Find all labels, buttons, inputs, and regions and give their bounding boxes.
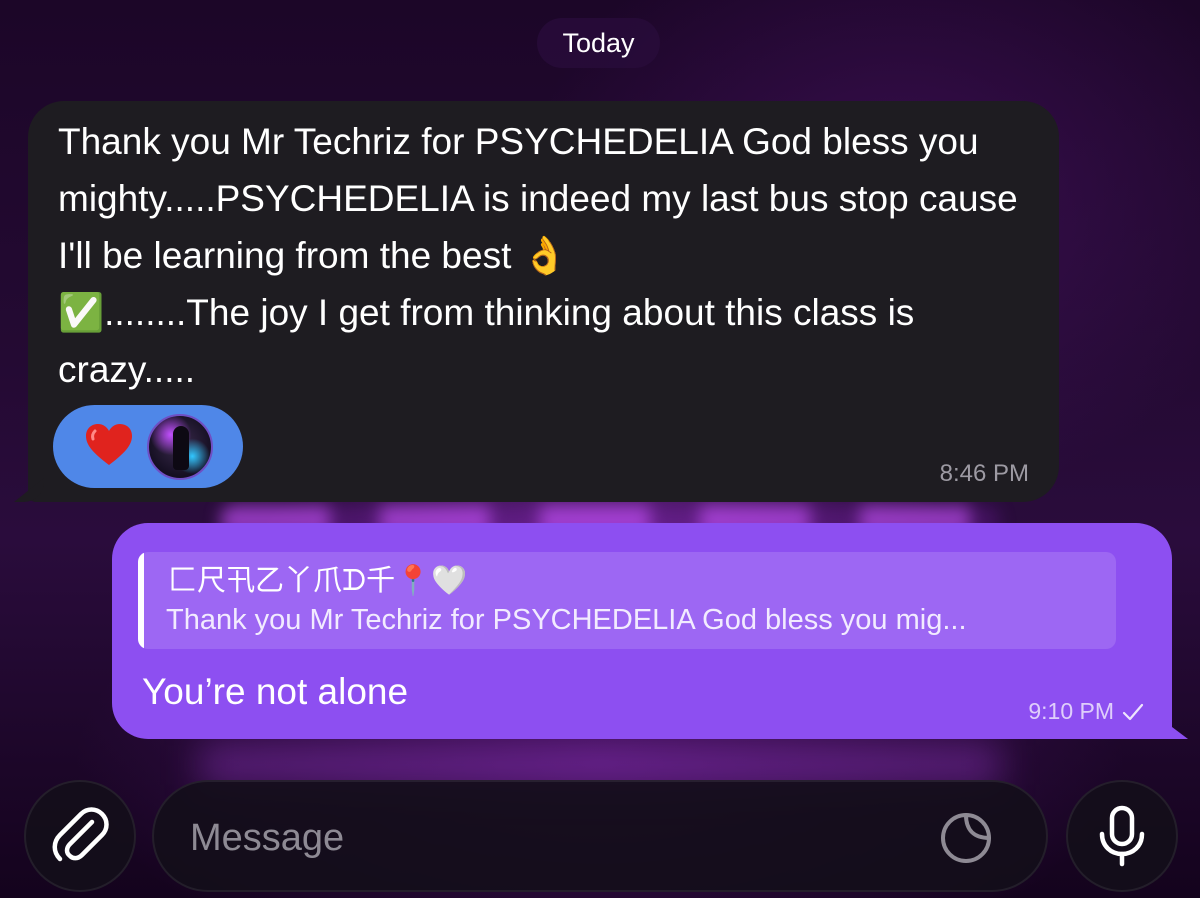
message-input-container[interactable] (152, 780, 1048, 892)
message-timestamp: 9:10 PM (1028, 698, 1114, 724)
heart-reaction-icon (86, 424, 132, 465)
message-timestamp: 8:46 PM (939, 460, 1029, 487)
attach-button[interactable] (24, 780, 136, 892)
outgoing-message-bubble[interactable]: 匚尺卂乙丫爪ᗪ千📍🤍 Thank you Mr Techriz for PSYC… (112, 523, 1188, 739)
background-glow-bottom (200, 745, 1000, 785)
reply-accent-bar (138, 552, 144, 649)
check-icon (1122, 703, 1144, 720)
reaction-pill[interactable] (53, 405, 243, 488)
reactor-avatar[interactable] (147, 414, 213, 480)
date-separator-label: Today (562, 27, 635, 58)
sticker-icon[interactable] (938, 810, 994, 866)
bubble-tail (1156, 715, 1188, 739)
reply-preview[interactable]: 匚尺卂乙丫爪ᗪ千📍🤍 Thank you Mr Techriz for PSYC… (138, 552, 1116, 649)
reply-sender-name: 匚尺卂乙丫爪ᗪ千📍🤍 (168, 565, 468, 597)
paperclip-icon (52, 807, 109, 862)
incoming-message-text: Thank you Mr Techriz for PSYCHEDELIA God… (58, 121, 1018, 390)
message-input[interactable] (188, 802, 952, 874)
message-meta: 9:10 PM (1028, 698, 1144, 725)
incoming-message-bubble[interactable]: Thank you Mr Techriz for PSYCHEDELIA God… (14, 101, 1059, 502)
voice-record-button[interactable] (1066, 780, 1178, 892)
microphone-icon (1099, 805, 1145, 867)
outgoing-message-text: You’re not alone (142, 671, 409, 712)
date-separator: Today (537, 18, 660, 68)
reply-quoted-text: Thank you Mr Techriz for PSYCHEDELIA God… (166, 604, 967, 636)
bubble-tail (14, 478, 44, 502)
